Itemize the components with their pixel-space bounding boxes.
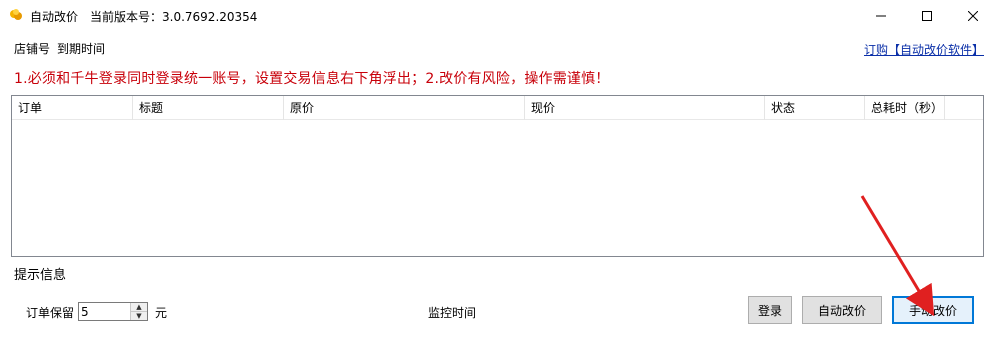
unit-label: 元 [155,306,168,320]
title-bar: 自动改价 当前版本号：3.0.7692.20354 [0,0,996,31]
column-header-title[interactable]: 标题 [133,96,284,120]
stepper-down-icon[interactable]: ▼ [130,312,147,320]
auto-reprice-button[interactable]: 自动改价 [802,296,882,324]
column-header-current-price[interactable]: 现价 [525,96,765,120]
warning-text: 1.必须和千牛登录同时登录统一账号，设置交易信息右下角浮出；2.改价有风险，操作… [14,71,610,87]
minimize-button[interactable] [858,0,904,31]
stepper-up-icon[interactable]: ▲ [130,303,147,312]
column-header-status[interactable]: 状态 [765,96,865,120]
close-button[interactable] [950,0,996,31]
login-button[interactable]: 登录 [748,296,792,324]
monitor-time-label: 监控时间 [428,306,477,320]
column-header-order[interactable]: 订单 [12,96,133,120]
order-keep-label: 订单保留 [26,306,75,320]
shop-label: 店铺号 [14,42,51,56]
close-icon [968,10,978,21]
maximize-button[interactable] [904,0,950,31]
manual-reprice-button[interactable]: 手动改价 [892,296,974,324]
window-title: 自动改价 当前版本号：3.0.7692.20354 [30,10,258,24]
hint-label: 提示信息 [14,268,67,283]
table-header: 订单 标题 原价 现价 状态 总耗时（秒） [12,96,983,120]
minimize-icon [876,15,886,16]
app-icon [10,9,22,20]
order-keep-input[interactable] [79,303,133,320]
buy-software-link[interactable]: 订购【自动改价软件】 [864,41,984,58]
order-table[interactable]: 订单 标题 原价 现价 状态 总耗时（秒） [11,95,984,257]
column-header-total-time[interactable]: 总耗时（秒） [865,96,945,120]
order-keep-stepper[interactable]: ▲ ▼ [78,302,148,321]
column-header-original-price[interactable]: 原价 [284,96,525,120]
expire-label: 到期时间 [57,42,106,56]
maximize-icon [922,10,932,21]
